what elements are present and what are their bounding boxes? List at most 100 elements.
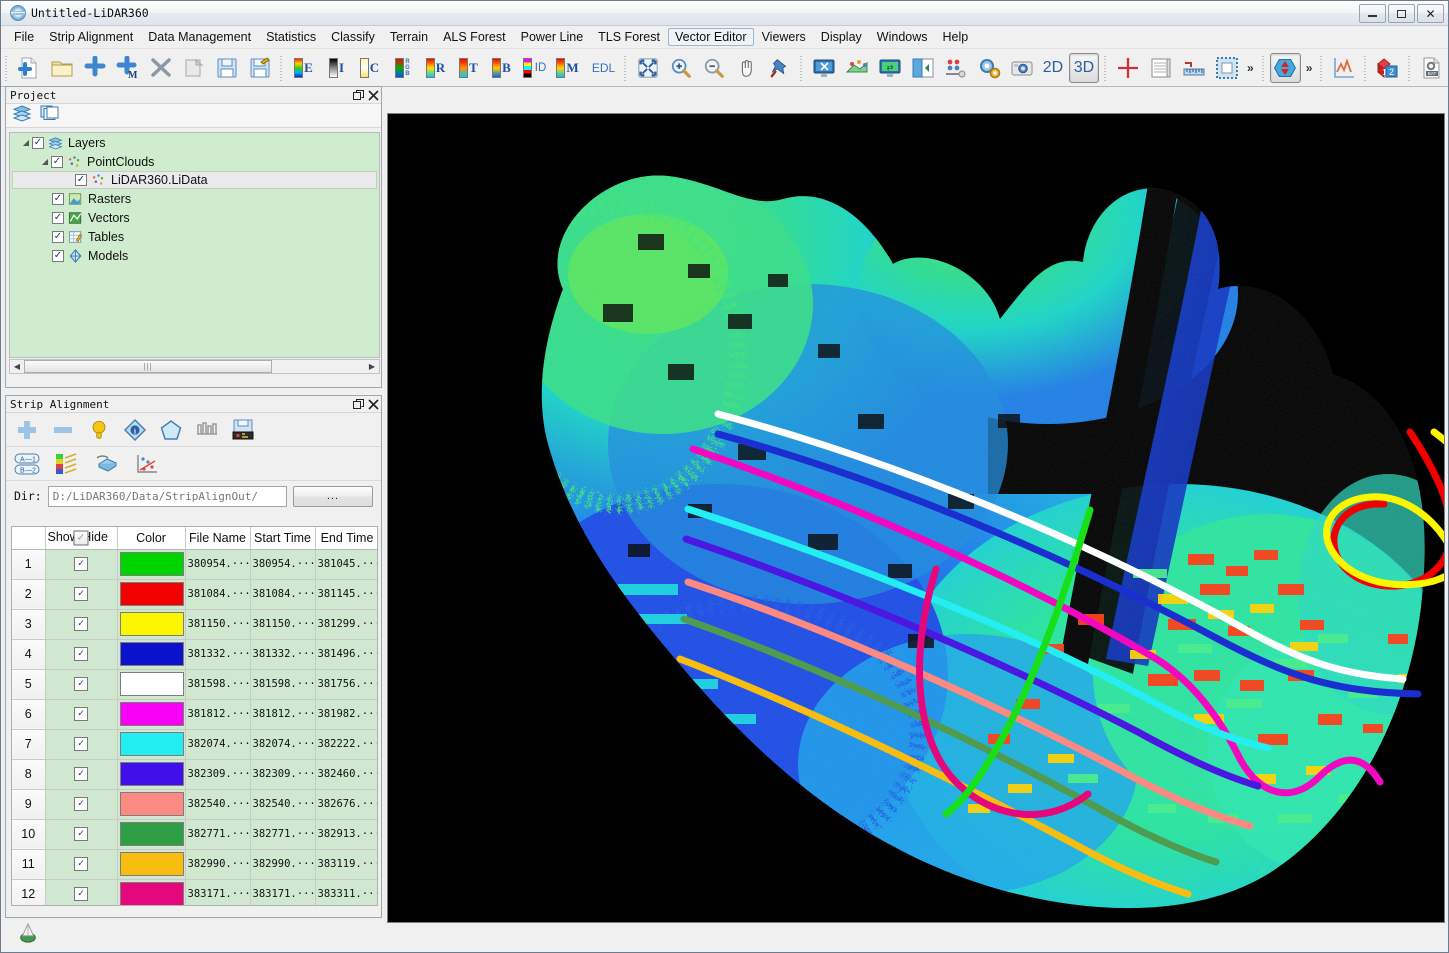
menu-file[interactable]: File [7,28,41,46]
browse-directory-button[interactable]: ... [293,486,373,507]
colorbar-intensity-icon[interactable]: I [321,53,352,83]
row-visibility-cell[interactable]: ✓ [45,789,117,819]
tree-checkbox-vectors[interactable]: ✓ [52,212,64,224]
row-file-name-cell[interactable]: 381084.··· [185,579,250,609]
cube-12-icon[interactable]: 12 [1372,53,1403,83]
color-swatch[interactable] [120,822,184,846]
colorbar-return-icon[interactable]: R [420,53,451,83]
rotate-adjust-icon[interactable] [94,451,120,477]
colorbar-class-icon[interactable]: C [354,53,385,83]
row-file-name-cell[interactable]: 382074.··· [185,729,250,759]
scroll-right-arrow-icon[interactable]: ▶ [365,360,379,373]
split-window-icon[interactable] [907,53,938,83]
bulb-hint-icon[interactable] [86,417,112,443]
col-header-start-time[interactable]: Start Time [250,527,315,549]
row-file-name-cell[interactable]: 381812.··· [185,699,250,729]
pentagon-boundary-icon[interactable] [158,417,184,443]
table-row[interactable]: 12✓383171.···383171.···383311.··· [12,879,378,906]
toolbar-grip[interactable] [1406,54,1413,82]
row-color-cell[interactable] [117,669,185,699]
snapshot-camera-icon[interactable] [1006,53,1037,83]
row-file-name-cell[interactable]: 380954.··· [185,549,250,579]
output-directory-input[interactable]: D:/LiDAR360/Data/StripAlignOut/ [48,486,287,507]
table-row[interactable]: 6✓381812.···381812.···381982.··· [12,699,378,729]
colorbar-elevation-icon[interactable]: E [288,53,319,83]
colorbar-blend-icon[interactable]: B [486,53,517,83]
menu-vector-editor[interactable]: Vector Editor [668,28,754,46]
table-row[interactable]: 1✓380954.···380954.···381045.··· [12,549,378,579]
strip-alignment-close-button[interactable] [366,397,381,411]
toolbar-grip[interactable] [278,54,285,82]
copy-layers-icon[interactable] [40,104,60,127]
color-swatch[interactable] [120,852,184,876]
tree-node-layers[interactable]: ◢ ✓ Layers [10,133,379,152]
add-strip-icon[interactable] [14,417,40,443]
row-start-time-cell[interactable]: 382074.··· [250,729,315,759]
open-folder-icon[interactable] [46,53,77,83]
row-file-name-cell[interactable]: 383171.··· [185,879,250,906]
row-color-cell[interactable] [117,849,185,879]
zoom-to-extent-icon[interactable] [632,53,663,83]
row-visibility-checkbox[interactable]: ✓ [74,587,88,601]
link-view-icon[interactable]: ⇄ [874,53,905,83]
tree-checkbox-pointclouds[interactable]: ✓ [51,156,63,168]
close-button[interactable]: ✕ [1417,4,1444,23]
row-visibility-checkbox[interactable]: ✓ [74,827,88,841]
row-start-time-cell[interactable]: 382990.··· [250,849,315,879]
row-visibility-cell[interactable]: ✓ [45,849,117,879]
maximize-button[interactable] [1388,4,1415,23]
row-visibility-cell[interactable]: ✓ [45,669,117,699]
row-end-time-cell[interactable]: 381496.··· [315,639,378,669]
menu-terrain[interactable]: Terrain [383,28,435,46]
row-visibility-cell[interactable]: ✓ [45,729,117,759]
row-visibility-checkbox[interactable]: ✓ [74,857,88,871]
row-index-cell[interactable]: 12 [12,879,45,906]
table-row[interactable]: 2✓381084.···381084.···381145.··· [12,579,378,609]
trajectory-wave-icon[interactable] [194,417,220,443]
row-color-cell[interactable] [117,729,185,759]
overflow-chevron-icon[interactable]: » [1302,61,1317,75]
toolbar-grip[interactable] [1260,54,1267,82]
colorbar-rgb-icon[interactable]: RGB [387,53,418,83]
row-end-time-cell[interactable]: 383311.··· [315,879,378,906]
menu-statistics[interactable]: Statistics [259,28,323,46]
accuracy-plot-icon[interactable] [134,451,160,477]
area-select-icon[interactable] [1211,53,1242,83]
col-header-color[interactable]: Color [117,527,185,549]
tree-node-lidar360-lidata[interactable]: ✓ LiDAR360.LiData [12,171,377,189]
toolbar-grip[interactable] [798,54,805,82]
row-index-cell[interactable]: 1 [12,549,45,579]
row-file-name-cell[interactable]: 381332.··· [185,639,250,669]
row-start-time-cell[interactable]: 380954.··· [250,549,315,579]
menu-display[interactable]: Display [814,28,869,46]
row-color-cell[interactable] [117,819,185,849]
bat-file-icon[interactable]: BAT [1416,53,1447,83]
menu-classify[interactable]: Classify [324,28,382,46]
tree-checkbox-models[interactable]: ✓ [52,250,64,262]
row-visibility-cell[interactable]: ✓ [45,549,117,579]
save-project-icon[interactable] [230,417,256,443]
col-header-file-name[interactable]: File Name [185,527,250,549]
row-visibility-checkbox[interactable]: ✓ [74,737,88,751]
row-color-cell[interactable] [117,759,185,789]
color-ramp-strips-icon[interactable] [54,451,80,477]
tree-checkbox-rasters[interactable]: ✓ [52,193,64,205]
strip-alignment-float-button[interactable] [351,397,366,411]
select-all-checkbox[interactable]: ✓ [74,530,89,545]
row-start-time-cell[interactable]: 383171.··· [250,879,315,906]
row-start-time-cell[interactable]: 382540.··· [250,789,315,819]
col-header-end-time[interactable]: End Time [315,527,378,549]
gears-icon[interactable] [973,53,1004,83]
table-row[interactable]: 11✓382990.···382990.···383119.··· [12,849,378,879]
row-visibility-checkbox[interactable]: ✓ [74,647,88,661]
edl-toggle[interactable]: EDL [585,53,619,83]
row-index-cell[interactable]: 2 [12,579,45,609]
row-index-cell[interactable]: 9 [12,789,45,819]
color-swatch[interactable] [120,882,184,906]
color-swatch[interactable] [120,582,184,606]
row-visibility-checkbox[interactable]: ✓ [74,677,88,691]
view-3d-icon[interactable]: 3D [1069,53,1099,83]
color-swatch[interactable] [120,702,184,726]
row-color-cell[interactable] [117,609,185,639]
row-start-time-cell[interactable]: 382309.··· [250,759,315,789]
